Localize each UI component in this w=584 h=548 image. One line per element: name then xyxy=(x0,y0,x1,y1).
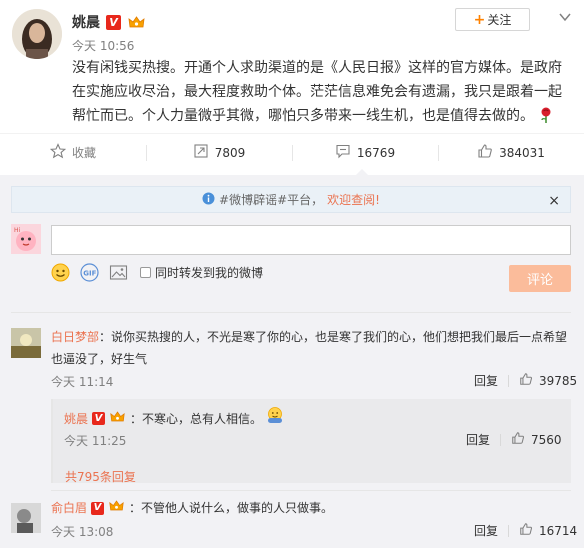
view-all-replies-link[interactable]: 共795条回复 xyxy=(65,468,136,485)
divider xyxy=(51,490,571,491)
comment-text: 俞白眉 V ：不管他人说什么，做事的人只做事。 xyxy=(51,497,333,519)
reply-box: 姚晨 V ：不寒心，总有人相信。 今天 11:25 回复 7560 共795条回… xyxy=(51,399,571,485)
favorite-button[interactable]: 收藏 xyxy=(0,134,146,171)
repost-checkbox[interactable] xyxy=(140,267,151,278)
submit-comment-button[interactable]: 评论 xyxy=(509,265,571,292)
comment-icon xyxy=(335,143,351,162)
rose-emoji-icon xyxy=(538,107,554,131)
post-text: 没有闲钱买热搜。开通个人求助渠道的是《人民日报》这样的官方媒体。是政府 在实施应… xyxy=(72,56,568,131)
comment-actions: 回复 16714 xyxy=(474,522,577,539)
reply-line: 姚晨 V ：不寒心，总有人相信。 xyxy=(64,406,284,431)
emoji-icon[interactable] xyxy=(51,263,70,282)
follow-button[interactable]: + 关注 xyxy=(455,8,530,31)
image-icon[interactable] xyxy=(109,263,128,282)
comment-time: 今天 13:08 xyxy=(51,525,114,539)
comment-like-count: 39785 xyxy=(539,373,578,388)
reply-author-name[interactable]: 姚晨 xyxy=(64,408,88,430)
commenter-name[interactable]: 白日梦部 xyxy=(51,330,99,344)
verified-badge[interactable]: V xyxy=(92,412,106,425)
commenter-avatar[interactable] xyxy=(11,328,41,358)
comments-area: #微博辟谣#平台， 欢迎查阅! × Hi GIF 同时转发到我的微博 评论 白日… xyxy=(0,175,584,548)
reply-button[interactable]: 回复 xyxy=(466,431,490,448)
comment-text: 白日梦部：说你买热搜的人，不光是寒了你的心，也是寒了我们的心，他们想把我们最后一… xyxy=(51,330,568,366)
author-line: 姚晨 V xyxy=(72,12,146,32)
composer-tools: GIF 同时转发到我的微博 xyxy=(51,263,263,282)
plus-icon: + xyxy=(473,11,486,28)
comment-input[interactable] xyxy=(51,225,571,255)
comment-time: 今天 11:14 xyxy=(51,375,114,389)
svg-text:Hi: Hi xyxy=(14,227,21,234)
star-icon xyxy=(49,143,67,162)
like-count: 384031 xyxy=(499,145,545,160)
divider xyxy=(11,312,571,313)
notice-text: #微博辟谣#平台， xyxy=(219,193,324,207)
commenter-avatar[interactable] xyxy=(11,503,41,533)
repost-icon xyxy=(193,143,209,162)
reply-button[interactable]: 回复 xyxy=(474,372,498,389)
vip-crown-icon[interactable] xyxy=(127,15,146,30)
thumbs-up-icon xyxy=(477,143,493,162)
comment-actions: 回复 39785 xyxy=(474,372,577,389)
reply-time: 今天 11:25 xyxy=(64,434,127,448)
repost-count: 7809 xyxy=(214,145,246,160)
thumbs-up-icon xyxy=(511,431,525,448)
author-avatar[interactable] xyxy=(12,9,62,59)
author-name[interactable]: 姚晨 xyxy=(72,12,100,32)
reply-text: ：不寒心，总有人相信。 xyxy=(130,411,263,426)
post-text-line-last: 帮忙而已。个人力量微乎其微，哪怕只多带来一线生机，也是值得去做的。 xyxy=(72,104,568,131)
chevron-down-icon[interactable] xyxy=(558,10,572,24)
post-time[interactable]: 今天 10:56 xyxy=(72,37,134,54)
post-text-line: 没有闲钱买热搜。开通个人求助渠道的是《人民日报》这样的官方媒体。是政府 xyxy=(72,60,562,76)
thumbs-up-icon xyxy=(519,522,533,539)
divider xyxy=(508,374,510,387)
gif-icon[interactable]: GIF xyxy=(80,263,99,282)
current-user-avatar[interactable]: Hi xyxy=(11,224,41,254)
thumbs-up-icon xyxy=(519,372,533,389)
comment-like-count: 16714 xyxy=(539,523,578,538)
post-text-line: 在实施应收尽治，最大程度救助个体。茫茫信息难免会有遗漏，我只是跟着一起 xyxy=(72,84,562,100)
verified-badge[interactable]: V xyxy=(106,14,121,30)
comment-like-button[interactable]: 16714 xyxy=(519,522,577,539)
reply-like-button[interactable]: 7560 xyxy=(511,431,562,448)
comment-like-button[interactable]: 39785 xyxy=(519,372,577,389)
reply-actions: 回复 7560 xyxy=(466,431,562,448)
repost-button[interactable]: 7809 xyxy=(146,134,292,171)
repost-to-my-weibo-option[interactable]: 同时转发到我的微博 xyxy=(140,264,263,281)
comment-count: 16769 xyxy=(356,145,396,160)
svg-text:GIF: GIF xyxy=(83,270,96,278)
reply-button[interactable]: 回复 xyxy=(474,522,498,539)
commenter-name[interactable]: 俞白眉 xyxy=(51,497,87,519)
comment-button[interactable]: 16769 xyxy=(292,134,438,171)
divider xyxy=(500,433,502,446)
close-icon[interactable]: × xyxy=(548,193,560,209)
weibo-post: 姚晨 V 今天 10:56 没有闲钱买热搜。开通个人求助渠道的是《人民日报》这样… xyxy=(0,0,584,133)
like-button[interactable]: 384031 xyxy=(438,134,584,171)
vip-crown-icon[interactable] xyxy=(109,408,126,430)
verified-badge[interactable]: V xyxy=(91,501,105,515)
hugging-emoji-icon xyxy=(266,406,284,431)
info-icon xyxy=(202,192,215,208)
post-action-bar: 收藏 7809 16769 384031 xyxy=(0,133,584,171)
reply-like-count: 7560 xyxy=(531,432,562,447)
notice-link[interactable]: 欢迎查阅! xyxy=(327,191,380,208)
vip-crown-icon[interactable] xyxy=(108,497,125,519)
divider xyxy=(508,524,510,537)
rumor-notice-bar: #微博辟谣#平台， 欢迎查阅! × xyxy=(11,186,571,213)
